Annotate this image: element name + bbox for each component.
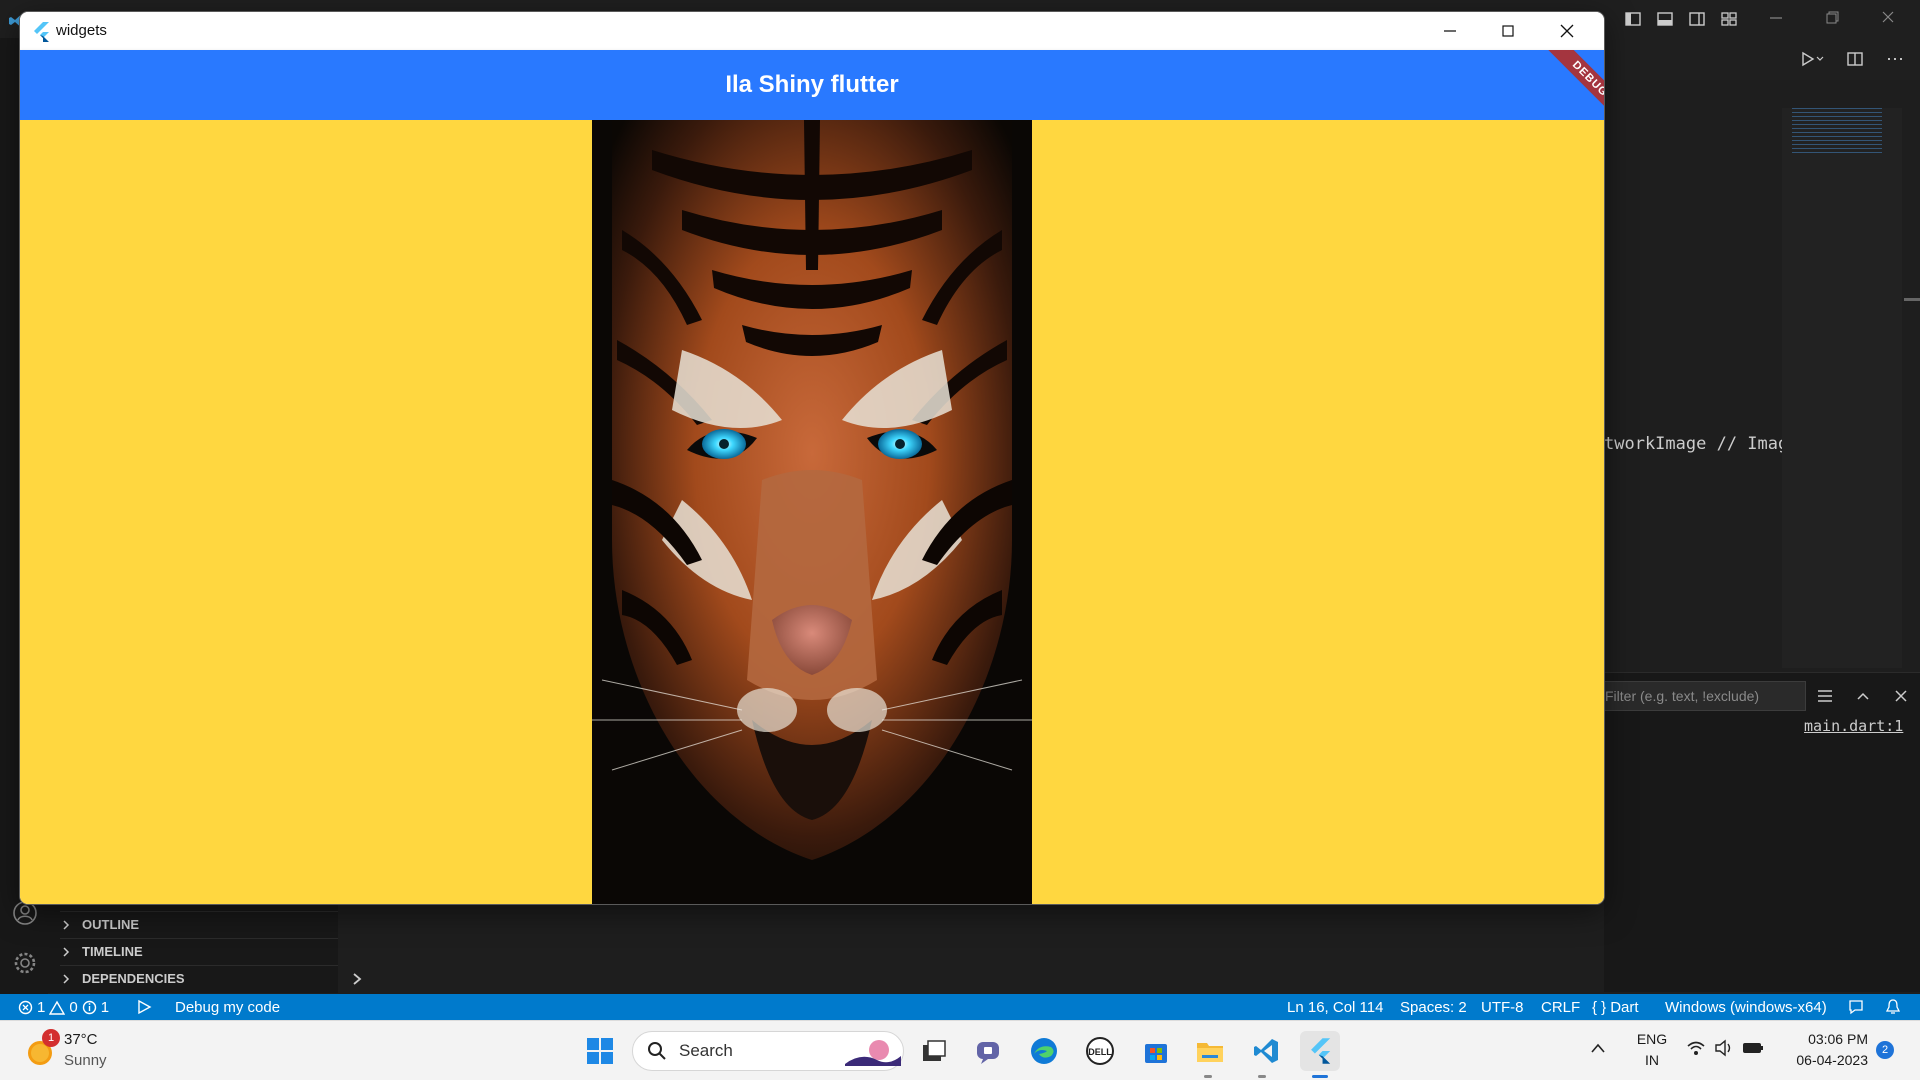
- vscode-minimize-icon[interactable]: [1768, 8, 1784, 28]
- flutter-close-icon[interactable]: [1557, 21, 1577, 41]
- debug-banner: DEBUG: [1522, 50, 1604, 120]
- input-language[interactable]: ENG: [1636, 1031, 1668, 1047]
- more-actions-icon[interactable]: ⋯: [1886, 50, 1904, 68]
- battery-icon: [1742, 1039, 1764, 1057]
- bottom-panel: Filter (e.g. text, !exclude) main.dart:1: [1604, 672, 1920, 992]
- section-timeline[interactable]: TIMELINE: [60, 938, 338, 964]
- close-panel-icon[interactable]: [1892, 687, 1910, 705]
- show-hidden-icons-chevron-icon[interactable]: [1590, 1041, 1606, 1055]
- flutter-window-titlebar: widgets: [20, 12, 1604, 50]
- language-mode[interactable]: { } Dart: [1592, 994, 1639, 1020]
- filter-input[interactable]: Filter (e.g. text, !exclude): [1604, 681, 1806, 711]
- code-fragment: tworkImage // Image: [1604, 434, 1799, 454]
- svg-text:DELL: DELL: [1088, 1047, 1112, 1057]
- problems-indicator[interactable]: 1 0 1: [18, 994, 109, 1020]
- toggle-secondary-sidebar-icon[interactable]: [1688, 10, 1706, 28]
- clock-date[interactable]: 06-04-2023: [1776, 1052, 1868, 1068]
- flutter-app-window: widgets Ila Shiny flutter DEBUG: [20, 12, 1604, 904]
- search-placeholder: Search: [679, 1041, 733, 1060]
- chevron-right-icon: [60, 973, 76, 985]
- error-icon: [18, 1000, 33, 1015]
- minimap: [1782, 108, 1902, 668]
- section-dependencies[interactable]: DEPENDENCIES: [60, 965, 338, 991]
- device-selector[interactable]: Windows (windows-x64): [1665, 994, 1827, 1020]
- source-link[interactable]: main.dart:1: [1804, 717, 1903, 735]
- task-view-icon[interactable]: [914, 1031, 954, 1071]
- dell-icon[interactable]: DELL: [1080, 1031, 1120, 1071]
- toggle-primary-sidebar-icon[interactable]: [1624, 10, 1642, 28]
- weather-condition: Sunny: [64, 1052, 107, 1069]
- section-outline[interactable]: OUTLINE: [60, 911, 338, 937]
- chevron-right-icon: [60, 946, 76, 958]
- search-icon: [647, 1041, 667, 1061]
- warning-icon: [49, 1000, 66, 1015]
- weather-temp: 37°C: [64, 1031, 98, 1048]
- error-count: 1: [37, 998, 46, 1016]
- flutter-taskbar-icon[interactable]: [1300, 1031, 1340, 1071]
- warning-count: 0: [69, 998, 78, 1016]
- vscode-close-icon[interactable]: [1880, 8, 1896, 28]
- volume-icon: [1714, 1039, 1734, 1057]
- tiger-image: [592, 120, 1032, 904]
- layout-controls: [1624, 10, 1738, 28]
- debug-launch[interactable]: Debug my code: [135, 994, 280, 1020]
- encoding[interactable]: UTF-8: [1481, 994, 1524, 1020]
- vscode-restore-icon[interactable]: [1824, 8, 1840, 28]
- wifi-icon: [1686, 1039, 1706, 1057]
- customize-layout-icon[interactable]: [1720, 10, 1738, 28]
- system-tray-icons[interactable]: [1686, 1039, 1764, 1057]
- flutter-minimize-icon[interactable]: [1440, 21, 1460, 41]
- weather-badge: 1: [42, 1029, 60, 1047]
- search-highlight-icon: [841, 1038, 901, 1066]
- info-icon: [82, 1000, 97, 1015]
- teams-chat-icon[interactable]: [968, 1031, 1008, 1071]
- cursor-position[interactable]: Ln 16, Col 114: [1287, 994, 1383, 1020]
- edge-browser-icon[interactable]: [1024, 1031, 1064, 1071]
- scrollbar-marker[interactable]: [1904, 298, 1920, 301]
- flutter-maximize-icon[interactable]: [1498, 21, 1518, 41]
- notification-badge[interactable]: 2: [1876, 1041, 1894, 1059]
- run-debug-icon[interactable]: [1800, 50, 1824, 68]
- notifications-bell-icon[interactable]: [1885, 994, 1901, 1020]
- microsoft-store-icon[interactable]: [1136, 1031, 1176, 1071]
- manage-gear-icon[interactable]: [12, 950, 38, 976]
- debug-label: Debug my code: [175, 998, 281, 1016]
- braces-icon: { }: [1592, 998, 1607, 1016]
- debug-run-icon: [135, 999, 153, 1015]
- maximize-panel-icon[interactable]: [1854, 687, 1872, 705]
- app-bar-title: Ila Shiny flutter: [725, 71, 899, 98]
- clock-time[interactable]: 03:06 PM: [1786, 1031, 1868, 1047]
- input-region: IN: [1645, 1052, 1659, 1068]
- vscode-taskbar-icon[interactable]: [1246, 1031, 1286, 1071]
- minimap-lines: [1792, 108, 1882, 154]
- toggle-panel-icon[interactable]: [1656, 10, 1674, 28]
- feedback-icon[interactable]: [1847, 994, 1865, 1020]
- app-bar: Ila Shiny flutter: [20, 50, 1604, 120]
- editor-tab-actions: ⋯: [1604, 38, 1920, 80]
- indentation[interactable]: Spaces: 2: [1400, 994, 1467, 1020]
- word-wrap-icon[interactable]: [1816, 687, 1834, 705]
- running-app-indicator: [1258, 1075, 1266, 1078]
- active-app-indicator: [1312, 1075, 1328, 1078]
- section-label: DEPENDENCIES: [82, 971, 185, 986]
- flutter-logo-icon: [32, 21, 50, 43]
- running-app-indicator: [1204, 1075, 1212, 1078]
- section-label: OUTLINE: [82, 917, 140, 932]
- vscode-window-controls: [1768, 8, 1896, 28]
- line-endings[interactable]: CRLF: [1541, 994, 1580, 1020]
- split-editor-icon[interactable]: [1846, 50, 1864, 68]
- debug-banner-label: DEBUG: [1541, 50, 1604, 120]
- flutter-window-title: widgets: [56, 22, 107, 39]
- section-label: TIMELINE: [82, 944, 143, 959]
- expand-chevron-icon[interactable]: [350, 972, 364, 986]
- weather-widget[interactable]: 1: [22, 1029, 60, 1069]
- file-explorer-icon[interactable]: [1190, 1031, 1230, 1071]
- language-label: Dart: [1610, 998, 1639, 1016]
- start-windows-icon[interactable]: [580, 1031, 620, 1071]
- chevron-right-icon: [60, 919, 76, 931]
- windows-taskbar: 1 37°C Sunny Search DELL ENG IN 03:06 PM…: [0, 1020, 1920, 1080]
- status-bar: 1 0 1 Debug my code Ln 16, Col 114 Space…: [0, 994, 1920, 1020]
- taskbar-search[interactable]: Search: [632, 1031, 904, 1071]
- info-count: 1: [100, 998, 110, 1016]
